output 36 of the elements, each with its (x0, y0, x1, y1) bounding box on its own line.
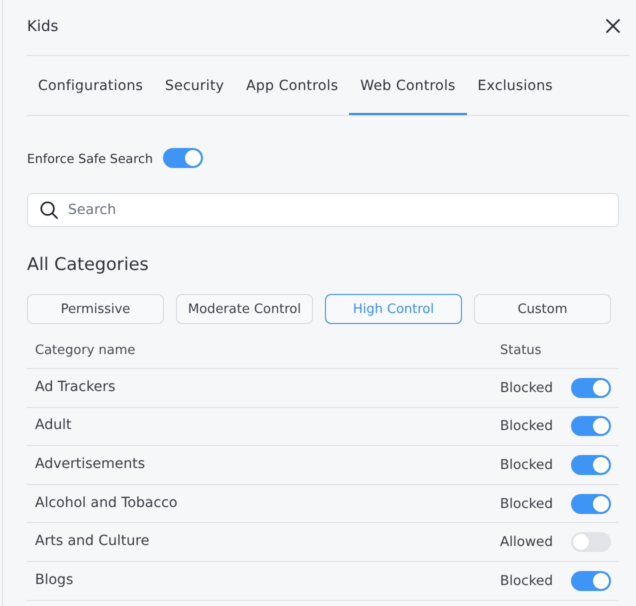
close-icon (606, 18, 620, 32)
preset-button[interactable]: Custom (474, 294, 611, 324)
category-name: Blogs (35, 572, 74, 588)
status-label: Blocked (500, 496, 553, 512)
panel-title: Kids (27, 16, 58, 34)
tab[interactable]: Exclusions (466, 56, 564, 115)
tab[interactable]: Configurations (27, 56, 154, 115)
search-icon (40, 201, 58, 219)
preset-button[interactable]: Moderate Control (176, 294, 313, 324)
status-label: Blocked (500, 418, 553, 434)
status-label: Blocked (500, 456, 553, 473)
preset-button[interactable]: Permissive (27, 294, 164, 324)
status-label: Blocked (500, 572, 553, 589)
tab[interactable]: App Controls (235, 56, 350, 115)
tab[interactable]: Security (154, 56, 236, 115)
toggle-switch[interactable] (571, 378, 611, 398)
toggle-switch[interactable] (571, 494, 611, 514)
category-name: Advertisements (35, 456, 146, 472)
category-name: Alcohol and Tobacco (35, 494, 178, 511)
column-header: Status (500, 343, 542, 358)
toggle-switch[interactable] (571, 532, 611, 552)
section-heading: All Categories (27, 254, 149, 277)
toggle-switch[interactable] (571, 570, 611, 591)
category-name: Adult (35, 417, 72, 434)
close-button[interactable] (606, 18, 620, 32)
toggle-switch[interactable] (571, 416, 611, 436)
status-label: Allowed (500, 534, 553, 550)
column-header: Category name (35, 343, 136, 358)
category-name: Arts and Culture (35, 533, 150, 550)
search-field[interactable]: Search (27, 193, 619, 227)
safe-search-label: Enforce Safe Search (27, 150, 153, 166)
toggle-switch[interactable] (571, 454, 611, 475)
category-name: Ad Trackers (35, 378, 116, 395)
toggle-switch[interactable] (162, 148, 203, 168)
tab[interactable]: Web Controls (349, 56, 467, 115)
status-label: Blocked (500, 380, 553, 396)
